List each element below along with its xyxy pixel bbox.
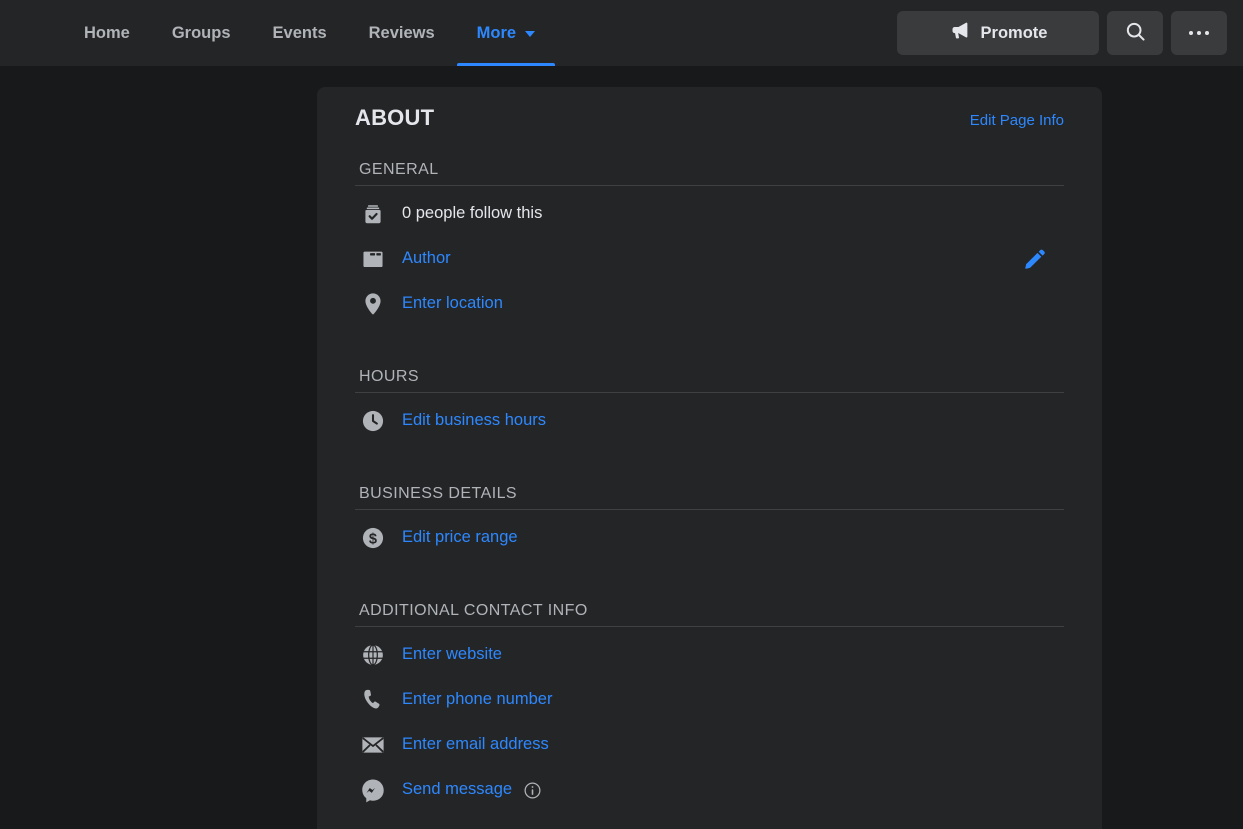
nav-tab-more[interactable]: More	[456, 0, 556, 66]
nav-tab-label: Groups	[171, 23, 231, 42]
nav-tab-groups[interactable]: Groups	[151, 0, 252, 66]
globe-icon	[359, 641, 387, 669]
section-rows: Enter website Enter phone number Enter ema…	[355, 627, 1064, 812]
about-row-label[interactable]: Edit price range	[402, 528, 518, 547]
nav-tab-label: Reviews	[368, 23, 435, 42]
pencil-edit-icon[interactable]	[1022, 246, 1048, 272]
page-title: ABOUT	[355, 105, 435, 130]
about-row[interactable]: $ Edit price range	[355, 515, 1064, 560]
section-rows: $ Edit price range	[355, 510, 1064, 560]
about-row[interactable]: Edit business hours	[355, 398, 1064, 443]
about-row[interactable]: Enter website	[355, 632, 1064, 677]
location-pin-icon	[359, 290, 387, 318]
about-row-label[interactable]: Send message	[402, 780, 512, 799]
about-card: ABOUT Edit Page Info GENERAL 0 people fol…	[317, 87, 1102, 829]
phone-icon	[359, 686, 387, 714]
info-circle-icon[interactable]	[523, 781, 542, 800]
svg-text:$: $	[369, 531, 377, 547]
nav-tab-label: Home	[84, 23, 130, 42]
edit-page-info-link[interactable]: Edit Page Info	[970, 112, 1064, 129]
nav-tab-list: Home Groups Events Reviews More	[63, 0, 556, 66]
megaphone-icon	[949, 20, 970, 46]
about-section: HOURS Edit business hours	[355, 352, 1064, 469]
messenger-icon	[359, 776, 387, 804]
about-row: 0 people follow this	[355, 191, 1064, 236]
about-sections: GENERAL 0 people follow this Author Enter l…	[355, 151, 1064, 829]
about-row[interactable]: Enter location	[355, 281, 1064, 326]
about-row-label[interactable]: Edit business hours	[402, 411, 546, 430]
page-content-area: ABOUT Edit Page Info GENERAL 0 people fol…	[0, 66, 1243, 829]
section-title: ADDITIONAL CONTACT INFO	[359, 602, 588, 619]
about-row[interactable]: Enter email address	[355, 722, 1064, 767]
page-top-navigation: Home Groups Events Reviews More Promote	[0, 0, 1243, 66]
about-row[interactable]: Send message	[355, 767, 1064, 812]
section-title: BUSINESS DETAILS	[359, 485, 518, 502]
envelope-icon	[359, 731, 387, 759]
nav-tab-events[interactable]: Events	[252, 0, 348, 66]
followers-check-icon	[359, 200, 387, 228]
about-row-label[interactable]: Enter phone number	[402, 690, 552, 709]
nav-tab-label: Events	[272, 23, 327, 42]
nav-actions: Promote	[897, 0, 1227, 66]
about-section: GENERAL 0 people follow this Author Enter l…	[355, 151, 1064, 352]
about-row-label[interactable]: Enter location	[402, 294, 503, 313]
section-title: HOURS	[359, 368, 420, 385]
about-row-label: 0 people follow this	[402, 204, 543, 222]
about-row[interactable]: Enter phone number	[355, 677, 1064, 722]
ellipsis-icon	[1188, 30, 1210, 36]
chevron-down-icon	[525, 31, 536, 37]
clock-icon	[359, 407, 387, 435]
nav-tab-home[interactable]: Home	[63, 0, 151, 66]
more-options-button[interactable]	[1171, 11, 1227, 55]
section-rows: Edit business hours	[355, 393, 1064, 443]
promote-button[interactable]: Promote	[897, 11, 1099, 55]
section-rows: 0 people follow this Author Enter location	[355, 186, 1064, 326]
about-row[interactable]: Author	[355, 236, 1064, 281]
category-briefcase-icon	[359, 245, 387, 273]
about-section: ADDITIONAL CONTACT INFO Enter website Ente…	[355, 586, 1064, 829]
about-card-header: ABOUT Edit Page Info	[355, 87, 1064, 151]
about-section: BUSINESS DETAILS $ Edit price range	[355, 469, 1064, 586]
about-row-label[interactable]: Enter website	[402, 645, 502, 664]
dollar-circle-icon: $	[359, 524, 387, 552]
nav-tab-reviews[interactable]: Reviews	[348, 0, 456, 66]
about-row-label[interactable]: Author	[402, 249, 451, 268]
section-title: GENERAL	[359, 161, 439, 178]
nav-tab-label: More	[476, 23, 517, 42]
search-button[interactable]	[1107, 11, 1163, 55]
search-icon	[1124, 20, 1147, 46]
about-row-label[interactable]: Enter email address	[402, 735, 549, 754]
promote-button-label: Promote	[980, 23, 1048, 42]
